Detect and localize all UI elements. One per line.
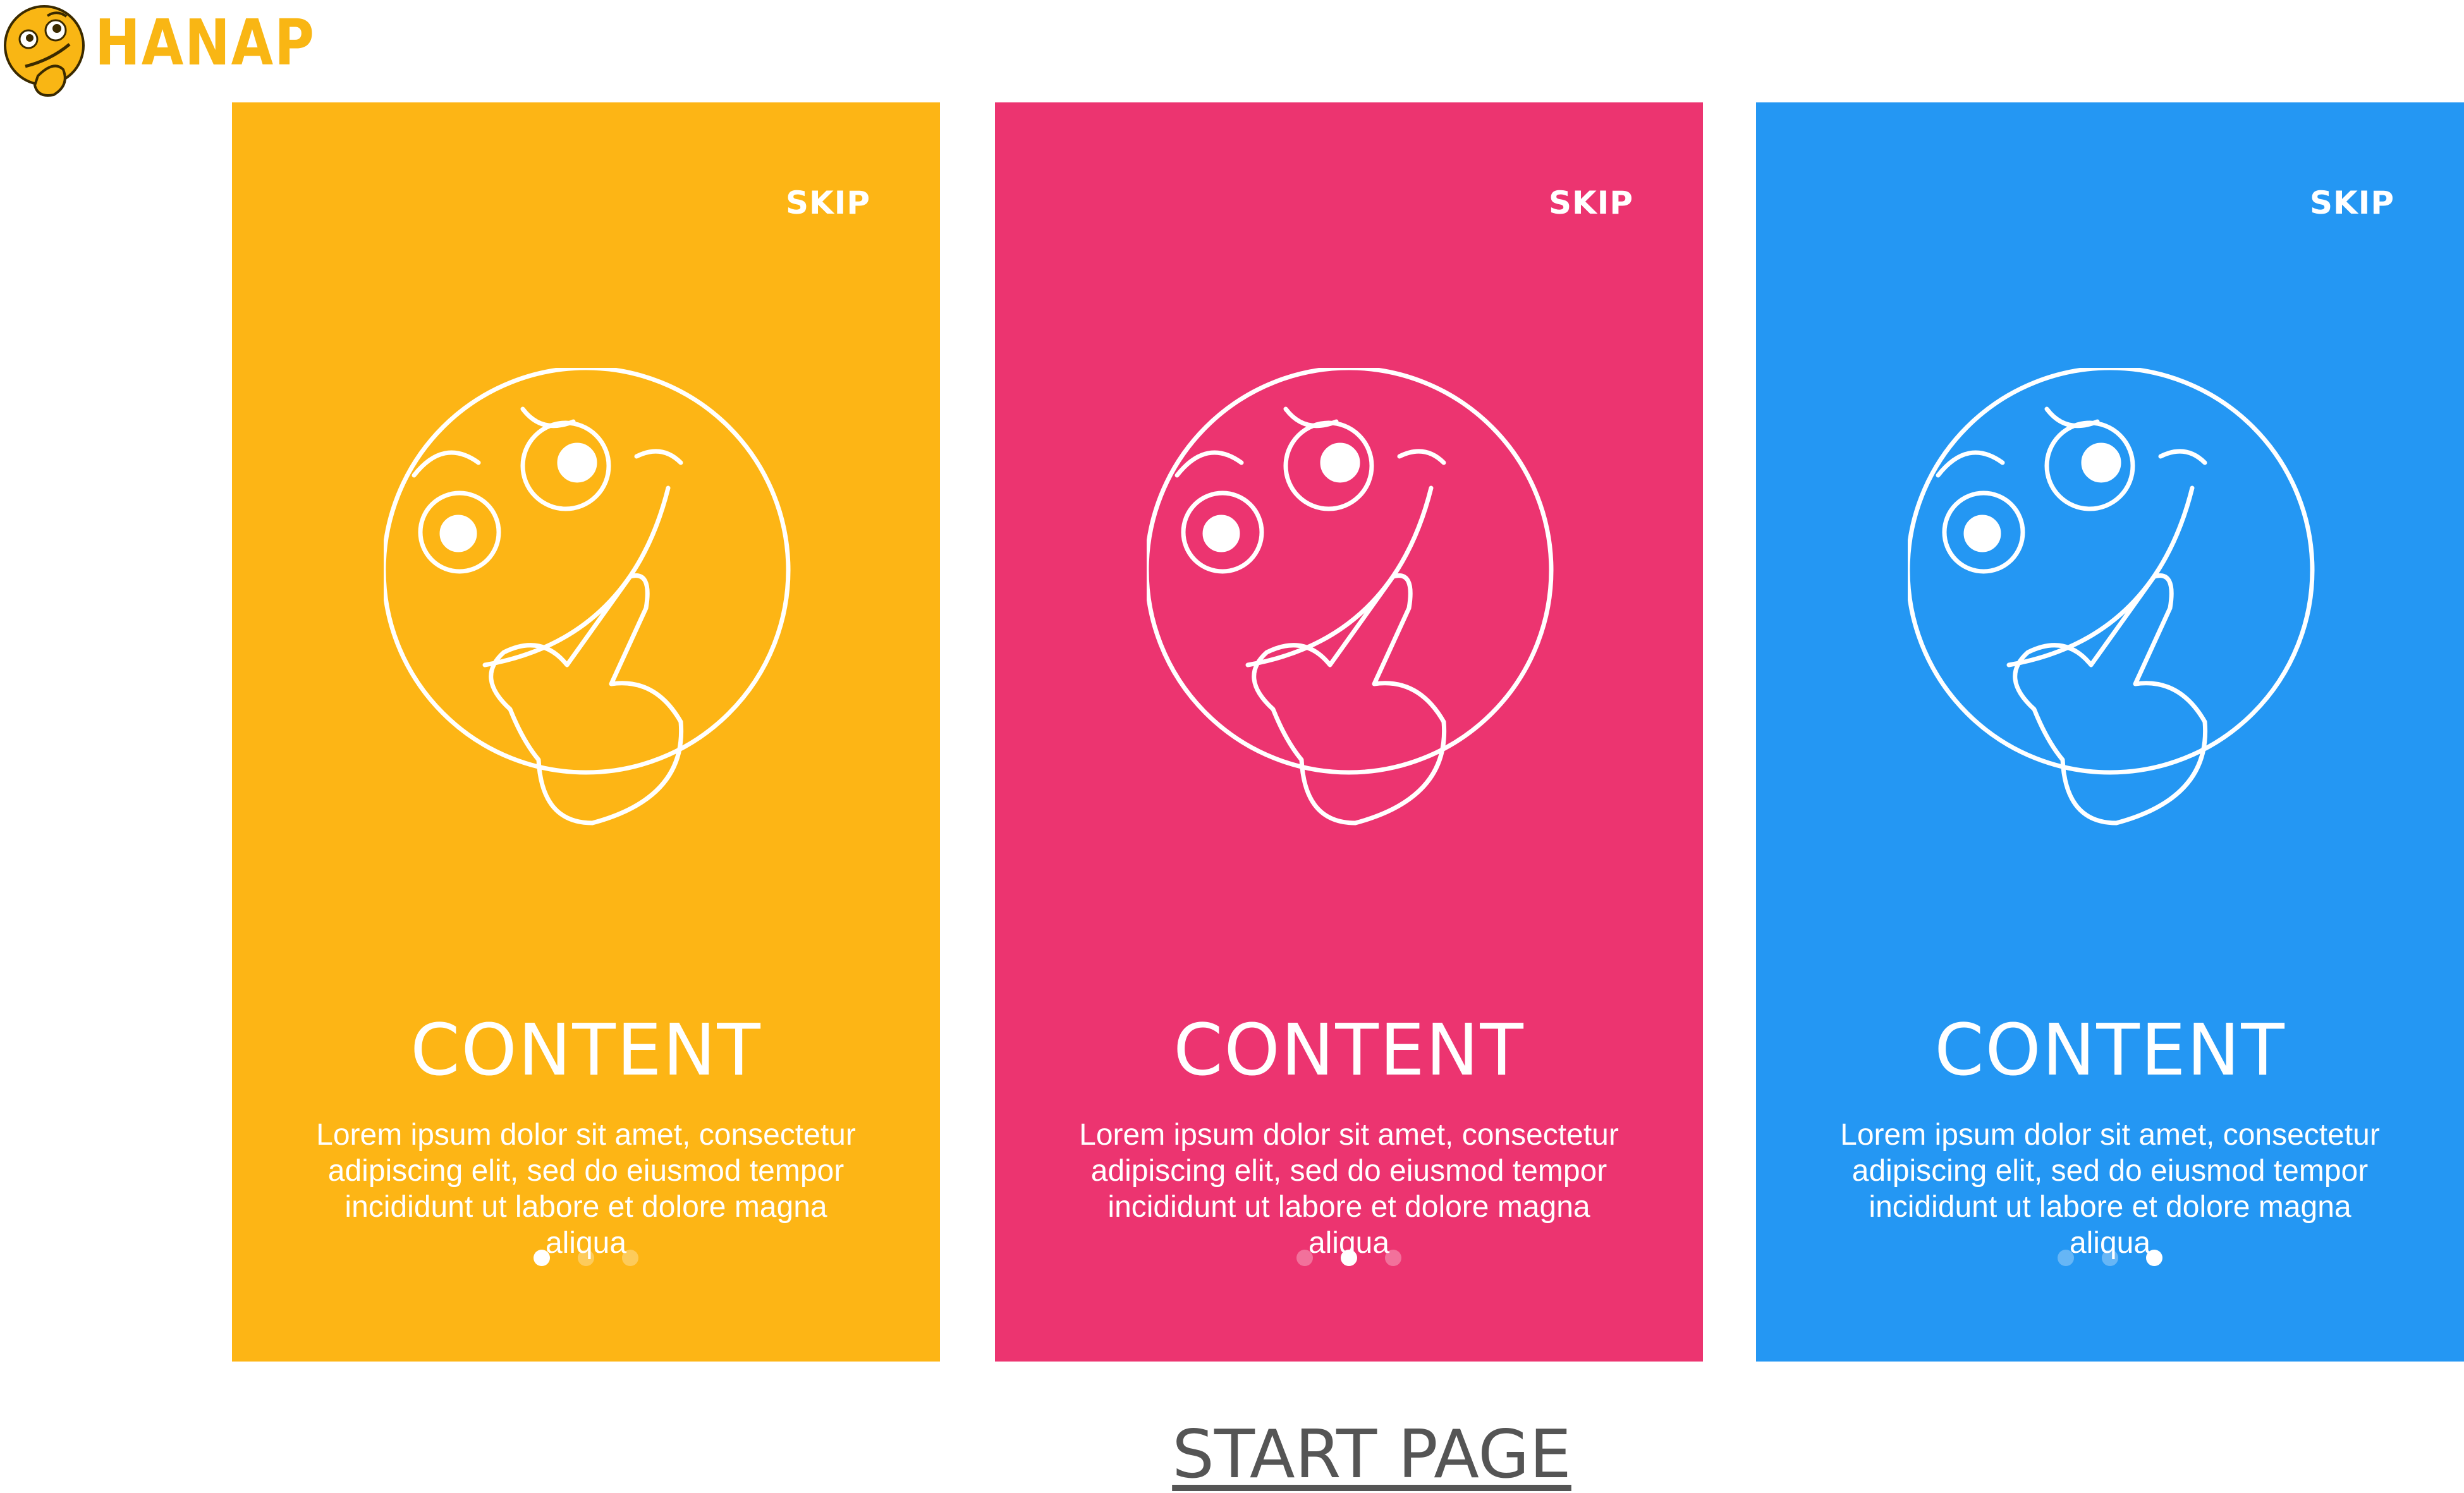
page-dot-1[interactable] bbox=[1296, 1250, 1313, 1266]
onboarding-card-3: SKIP CONTENT Lorem ipsum dolor sit amet,… bbox=[1756, 102, 2464, 1362]
page-indicator bbox=[232, 1250, 940, 1269]
card-body: Lorem ipsum dolor sit amet, consectetur … bbox=[1079, 1118, 1619, 1260]
page-indicator bbox=[995, 1250, 1703, 1269]
page-dot-3[interactable] bbox=[1385, 1250, 1401, 1266]
onboarding-card-1: SKIP CONTENT Lorem ipsum dolor sit amet,… bbox=[232, 102, 940, 1362]
page-dot-2[interactable] bbox=[1341, 1250, 1357, 1266]
skip-button[interactable]: SKIP bbox=[1549, 185, 1633, 221]
thinking-face-icon bbox=[1147, 368, 1554, 826]
brand-name: HANAP bbox=[95, 6, 315, 80]
page-dot-2[interactable] bbox=[578, 1250, 594, 1266]
skip-button[interactable]: SKIP bbox=[2310, 185, 2394, 221]
thinking-face-logo-icon bbox=[4, 5, 85, 97]
card-title: CONTENT bbox=[1173, 1009, 1525, 1092]
thinking-face-icon bbox=[384, 368, 791, 826]
page-dot-1[interactable] bbox=[534, 1250, 550, 1266]
card-title: CONTENT bbox=[410, 1009, 762, 1092]
brand-logo[interactable]: HANAP bbox=[0, 0, 329, 107]
page-indicator bbox=[1756, 1250, 2464, 1269]
onboarding-card-2: SKIP CONTENT Lorem ipsum dolor sit amet,… bbox=[995, 102, 1703, 1362]
page-dot-2[interactable] bbox=[2102, 1250, 2118, 1266]
skip-button[interactable]: SKIP bbox=[786, 185, 870, 221]
card-body: Lorem ipsum dolor sit amet, consectetur … bbox=[316, 1118, 856, 1260]
card-body: Lorem ipsum dolor sit amet, consectetur … bbox=[1840, 1118, 2380, 1260]
page-dot-3[interactable] bbox=[622, 1250, 638, 1266]
start-page-link[interactable]: START PAGE bbox=[0, 1416, 2464, 1493]
page-dot-3[interactable] bbox=[2146, 1250, 2162, 1266]
page-dot-1[interactable] bbox=[2058, 1250, 2074, 1266]
thinking-face-icon bbox=[1908, 368, 2315, 826]
card-title: CONTENT bbox=[1934, 1009, 2286, 1092]
